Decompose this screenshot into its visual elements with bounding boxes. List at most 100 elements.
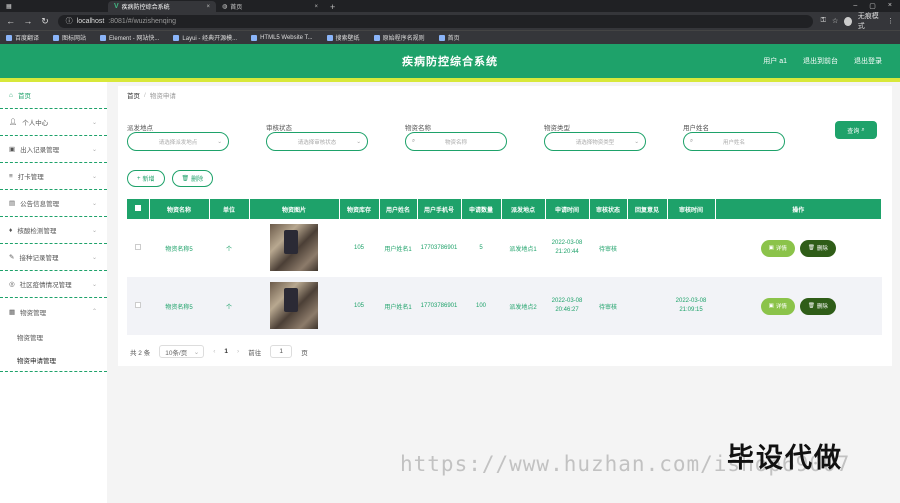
browser-tab-active[interactable]: V 疾病防控综合系统 × <box>108 1 216 12</box>
url-host: localhost <box>76 17 105 25</box>
sidebar-subitem-supply-requests[interactable]: 物资申请管理 <box>0 348 107 371</box>
next-page-button[interactable]: › <box>237 348 239 355</box>
minimize-icon[interactable]: – <box>853 2 857 10</box>
col-supply-name: 物资名称 <box>149 199 210 219</box>
url-field[interactable]: ⓘ localhost:8081/#/wuzishenqing <box>57 14 813 28</box>
breadcrumb-home[interactable]: 首页 <box>127 90 140 100</box>
supply-name-input[interactable]: ⌕ 物资名称 <box>405 132 507 151</box>
supply-image <box>270 281 318 329</box>
cell-phone: 17703786901 <box>420 303 458 309</box>
bookmark-item[interactable]: 搜索壁纸 <box>326 33 360 42</box>
cell-review-time: 2022-03-08 21:09:15 <box>675 298 707 313</box>
cell-unit: 个 <box>225 304 232 311</box>
new-tab-button[interactable]: + <box>324 2 341 12</box>
key-icon[interactable]: ⚿ <box>821 17 826 25</box>
cell-apply-time: 2022-03-08 20:46:27 <box>551 298 583 313</box>
close-window-icon[interactable]: × <box>888 2 892 10</box>
page-size-select[interactable]: 10条/页 ⌄ <box>159 345 205 358</box>
sidebar-item-personal-center[interactable]: 👤︎ 个人中心 ⌄ <box>0 109 107 136</box>
detail-button[interactable]: ▣ 详情 <box>760 239 795 257</box>
sidebar-item-checkin[interactable]: ≡ 打卡管理 ⌄ <box>0 163 107 190</box>
row-delete-button[interactable]: 🗑︎ 删除 <box>799 297 836 315</box>
globe-icon: ◎ <box>9 281 15 288</box>
row-checkbox[interactable] <box>135 302 141 308</box>
user-icon: 👤︎ <box>9 119 18 126</box>
bookmark-item[interactable]: 图标网站 <box>53 33 86 42</box>
sidebar-subitem-supplies[interactable]: 物资管理 <box>0 325 107 348</box>
sidebar-item-community-epidemic[interactable]: ◎ 社区疫情情况管理 ⌄ <box>0 271 107 298</box>
bookmark-item[interactable]: 百度翻译 <box>6 33 39 42</box>
bookmark-item[interactable]: Layui - 经典开源模... <box>173 33 237 42</box>
supply-type-select[interactable]: 请选择物资类型 ⌄ <box>544 132 646 151</box>
dispatch-place-select[interactable]: 请选择派发地点 ⌄ <box>127 132 229 151</box>
filter-review-status: 审核状态 请选择审核状态 ⌄ <box>266 122 405 151</box>
maximize-icon[interactable]: ▢ <box>869 2 876 10</box>
bookmark-star-icon[interactable]: ☆ <box>832 17 838 25</box>
bookmark-item[interactable]: 原始程序名规则 <box>373 33 425 42</box>
cell-supply-name: 物资名称5 <box>165 246 193 253</box>
prev-page-button[interactable]: ‹ <box>213 348 215 355</box>
bookmark-icon <box>6 34 12 41</box>
bookmark-icon <box>326 34 333 41</box>
search-icon: ⌕ <box>861 126 865 133</box>
browser-tab-grid[interactable]: ▦ <box>0 1 108 12</box>
reload-icon[interactable]: ↻ <box>40 16 49 27</box>
goto-label: 前往 <box>248 349 262 357</box>
search-icon: ⌕ <box>690 138 694 144</box>
detail-icon: ▣ <box>768 303 774 309</box>
sidebar-item-announcements[interactable]: ▤ 公告信息管理 ⌄ <box>0 190 107 217</box>
profile-label[interactable]: 无痕模式 <box>858 11 881 31</box>
profile-avatar[interactable] <box>844 16 852 26</box>
table-row: 物资名称5 个 105 用户姓名1 17703786901 5 派发地点1 20… <box>127 219 882 277</box>
grid-icon: ▦ <box>6 4 12 10</box>
cell-user-name: 用户姓名1 <box>384 304 412 311</box>
batch-delete-button[interactable]: 🗑︎ 删除 <box>171 170 214 187</box>
col-unit: 单位 <box>209 199 250 219</box>
sidebar-item-nucleic-test[interactable]: ♦ 核酸检测管理 ⌄ <box>0 217 107 244</box>
mic-icon: ♦ <box>9 226 13 234</box>
trash-icon: 🗑︎ <box>807 303 815 309</box>
close-tab-icon[interactable]: × <box>206 4 210 10</box>
cell-stock: 105 <box>353 245 364 251</box>
bookmark-item[interactable]: HTML5 Website T... <box>251 34 313 41</box>
user-name-input[interactable]: ⌕ 用户姓名 <box>683 132 785 151</box>
logout-link[interactable]: 退出登录 <box>854 56 882 66</box>
sidebar-item-home[interactable]: ⌂ 首页 <box>0 82 107 109</box>
forward-icon[interactable]: → <box>23 16 32 26</box>
add-button[interactable]: + 新增 <box>127 170 165 187</box>
chevron-down-icon: ⌄ <box>91 200 97 207</box>
filter-user-name: 用户姓名 ⌕ 用户姓名 <box>683 122 822 151</box>
cell-reply <box>627 219 667 277</box>
cell-phone: 17703786901 <box>420 245 458 251</box>
cell-review-status: 待审核 <box>598 304 617 311</box>
sidebar-item-vaccination[interactable]: ✎ 接种记录管理 ⌄ <box>0 244 107 271</box>
browser-tab-home[interactable]: ◍ 首页 × <box>216 1 324 12</box>
cell-actions: ▣ 详情 🗑︎ 删除 <box>715 277 882 335</box>
select-all-checkbox[interactable] <box>134 205 141 211</box>
goto-page-input[interactable]: 1 <box>270 345 293 358</box>
exit-to-front-link[interactable]: 退出到前台 <box>803 56 838 66</box>
sidebar-item-access-records[interactable]: ▣ 出入记录管理 ⌄ <box>0 136 107 163</box>
cell-stock: 105 <box>353 303 364 309</box>
table-header-row: 物资名称 单位 物资图片 物资库存 用户姓名 用户手机号 申请数量 派发地点 申… <box>127 199 882 219</box>
query-button[interactable]: 查询 ⌕ <box>835 121 877 139</box>
cell-review-time <box>667 219 715 277</box>
review-status-select[interactable]: 请选择审核状态 ⌄ <box>266 132 368 151</box>
row-delete-button[interactable]: 🗑︎ 删除 <box>799 239 836 257</box>
filter-label: 用户姓名 <box>683 125 709 132</box>
detail-button[interactable]: ▣ 详情 <box>760 297 795 315</box>
back-icon[interactable]: ← <box>6 16 15 26</box>
row-checkbox[interactable] <box>135 244 141 250</box>
bookmark-item[interactable]: 首页 <box>438 33 460 42</box>
sidebar-item-supplies[interactable]: ▦ 物资管理 ⌃ <box>0 298 107 325</box>
menu-kebab-icon[interactable]: ⋮ <box>887 17 894 25</box>
page-number[interactable]: 1 <box>224 348 228 355</box>
pagination: 共 2 条 10条/页 ⌄ ‹ 1 › 前往 1 页 <box>130 345 308 358</box>
close-tab-icon[interactable]: × <box>314 4 318 10</box>
watermark-brand: 毕设代做 <box>727 443 843 473</box>
supply-request-table: 物资名称 单位 物资图片 物资库存 用户姓名 用户手机号 申请数量 派发地点 申… <box>127 199 882 335</box>
bookmark-item[interactable]: Element - 网站快... <box>100 33 159 42</box>
window-controls: – ▢ × <box>853 2 900 10</box>
filter-dispatch-place: 派发地点 请选择派发地点 ⌄ <box>127 122 266 151</box>
detail-icon: ▣ <box>768 245 774 251</box>
